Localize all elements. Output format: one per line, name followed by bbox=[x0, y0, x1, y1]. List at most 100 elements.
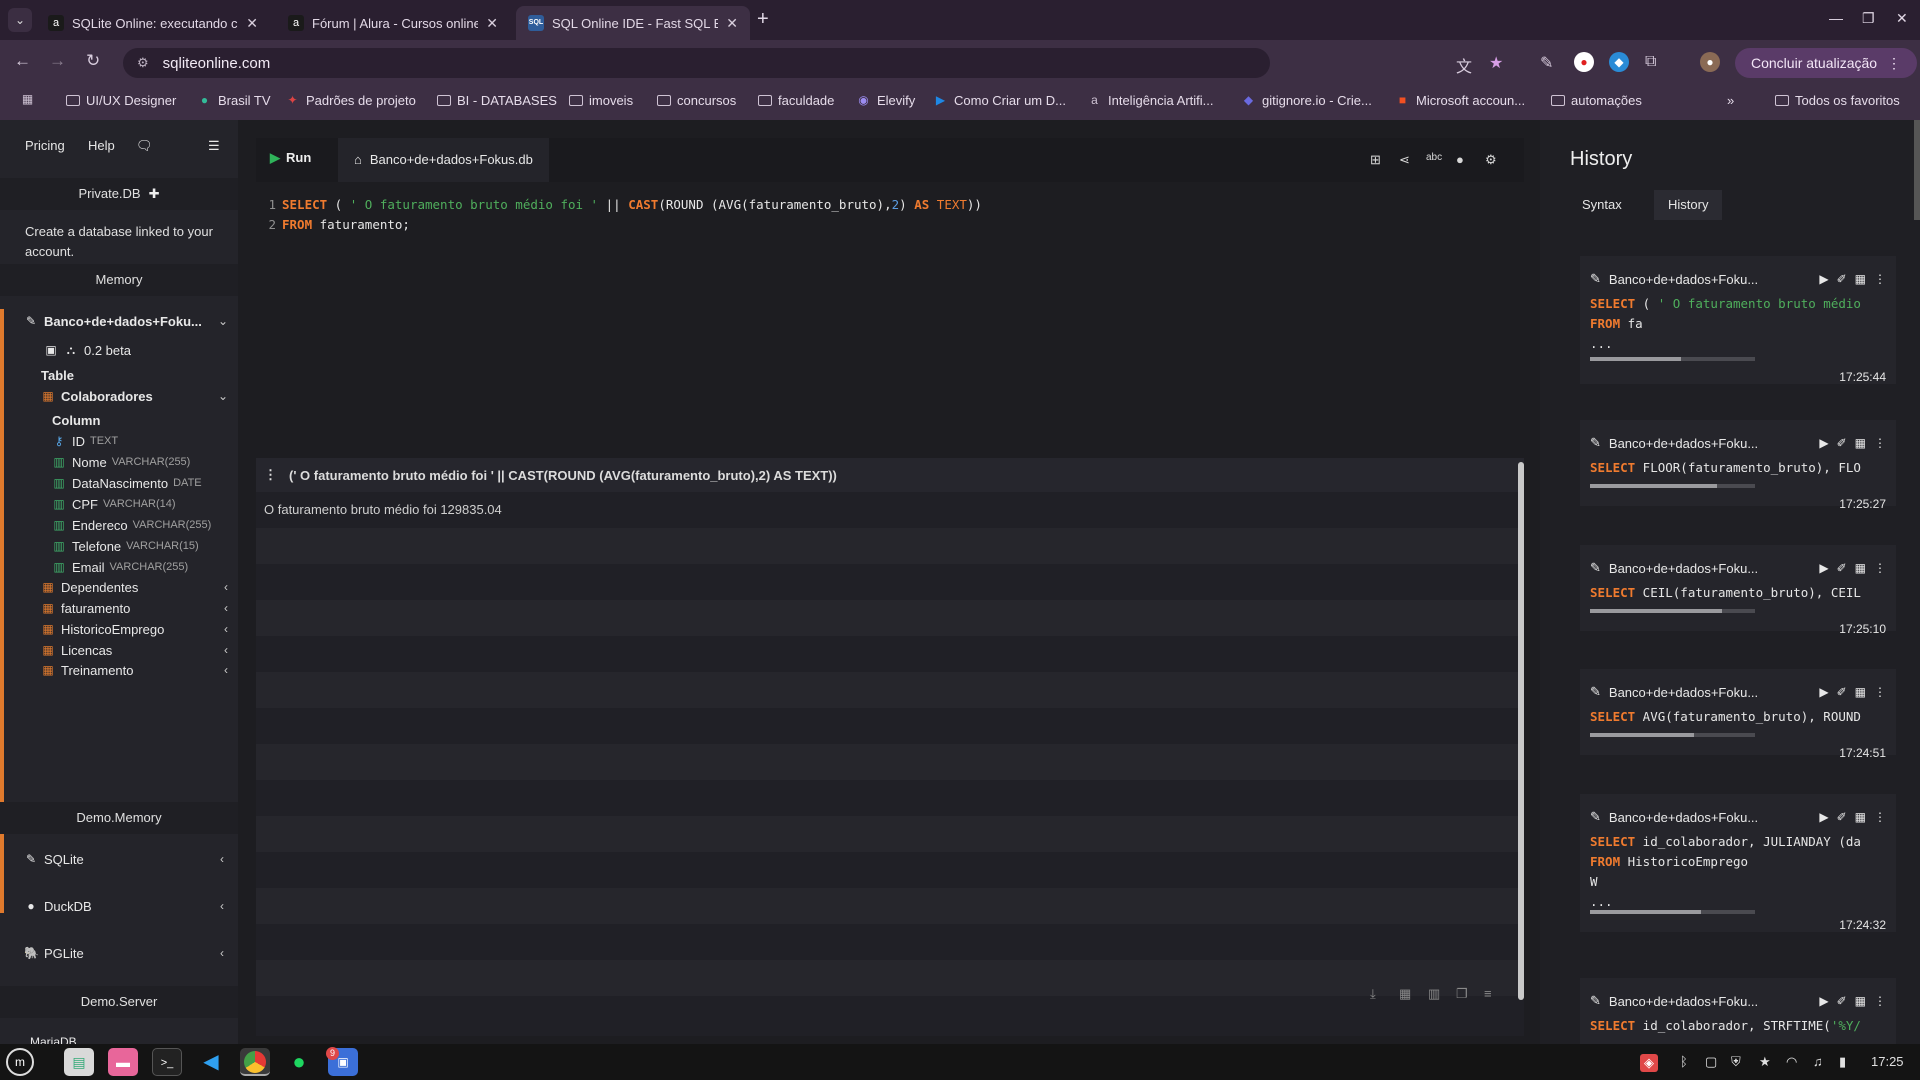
profile-avatar[interactable]: ● bbox=[1700, 52, 1720, 72]
shield-icon[interactable]: ⛨ bbox=[1731, 1054, 1741, 1070]
star-icon[interactable]: ★ bbox=[1489, 53, 1503, 73]
close-window-icon[interactable]: ✕ bbox=[1896, 10, 1908, 27]
extension-icon[interactable]: ◆ bbox=[1609, 52, 1629, 72]
table-item[interactable]: ▦ Treinamento ‹ bbox=[41, 658, 238, 682]
chart-icon[interactable]: ▥ bbox=[1428, 986, 1440, 1002]
record-extension-icon[interactable]: ● bbox=[1574, 52, 1594, 72]
bookmark-ia[interactable]: a Inteligência Artifi... bbox=[1087, 93, 1213, 108]
bookmark-padroes[interactable]: ✦ Padrões de projeto bbox=[285, 93, 415, 108]
chevron-left-icon[interactable]: ‹ bbox=[220, 852, 224, 866]
bookmark-imoveis[interactable]: imoveis bbox=[569, 93, 633, 108]
edit-icon[interactable]: ✐ bbox=[1837, 272, 1847, 286]
bookmark-bi-databases[interactable]: BI - DATABASES bbox=[437, 93, 557, 108]
share-icon[interactable]: ⋖ bbox=[1399, 152, 1410, 168]
more-bookmarks-icon[interactable]: » bbox=[1727, 93, 1734, 108]
bookmark-concursos[interactable]: concursos bbox=[657, 93, 736, 108]
bookmark-faculdade[interactable]: faculdade bbox=[758, 93, 834, 108]
battery-icon[interactable]: ▮ bbox=[1839, 1054, 1846, 1070]
bookmark-microsoft[interactable]: ■ Microsoft accoun... bbox=[1395, 93, 1525, 108]
history-entry[interactable]: ✎ Banco+de+dados+Foku... ▶ ✐ ▦ ⋮ SELECT … bbox=[1580, 978, 1896, 1044]
edit-icon[interactable]: ✐ bbox=[1837, 561, 1847, 575]
play-icon[interactable]: ▶ bbox=[1819, 810, 1828, 824]
more-vertical-icon[interactable]: ⋮ bbox=[1874, 561, 1886, 575]
bookmark-como-criar[interactable]: ▶ Como Criar um D... bbox=[933, 93, 1066, 108]
bookmark-ui-ux[interactable]: UI/UX Designer bbox=[66, 93, 176, 108]
engine-sqlite[interactable]: ✎ SQLite ‹ bbox=[24, 847, 234, 871]
edit-icon[interactable]: ✐ bbox=[1837, 810, 1847, 824]
all-bookmarks[interactable]: Todos os favoritos bbox=[1775, 93, 1900, 108]
clock[interactable]: 17:25 bbox=[1871, 1054, 1904, 1069]
demo-server-header[interactable]: Demo.Server bbox=[0, 986, 238, 1018]
tab-syntax[interactable]: Syntax bbox=[1568, 190, 1636, 220]
reload-icon[interactable]: ↻ bbox=[86, 51, 100, 71]
more-vertical-icon[interactable]: ⋮ bbox=[1874, 810, 1886, 824]
site-info-icon[interactable]: ⚙ bbox=[137, 55, 149, 71]
edit-icon[interactable]: ✐ bbox=[1837, 436, 1847, 450]
engine-mariadb[interactable]: MariaDB bbox=[30, 1030, 230, 1044]
history-scrollbar[interactable] bbox=[1914, 120, 1920, 220]
address-bar[interactable]: ⚙ sqliteonline.com bbox=[123, 48, 1270, 78]
chevron-down-icon[interactable]: ⌄ bbox=[218, 389, 228, 403]
pricing-link[interactable]: Pricing bbox=[25, 138, 65, 153]
more-vertical-icon[interactable]: ⋮ bbox=[1887, 55, 1901, 71]
mint-menu-icon[interactable]: m bbox=[6, 1048, 34, 1076]
settings-gear-icon[interactable]: ⚙ bbox=[1485, 152, 1497, 168]
eyedropper-icon[interactable]: ✎ bbox=[1540, 53, 1553, 73]
close-icon[interactable]: ✕ bbox=[246, 15, 258, 32]
browser-tab-sql-online-ide[interactable]: SQL SQL Online IDE - Fast SQL Ed ✕ bbox=[516, 6, 750, 40]
edit-icon[interactable]: ✐ bbox=[1837, 994, 1847, 1008]
files-folder-icon[interactable]: ▬ bbox=[108, 1048, 138, 1076]
browser-tab-sqlite-online[interactable]: a SQLite Online: executando c ✕ bbox=[36, 6, 270, 40]
spellcheck-icon[interactable]: abc bbox=[1426, 152, 1442, 163]
table-colaboradores[interactable]: ▦ Colaboradores ⌄ bbox=[41, 384, 238, 408]
engine-pglite[interactable]: 🐘 PGLite ‹ bbox=[24, 941, 234, 965]
chevron-left-icon[interactable]: ‹ bbox=[220, 899, 224, 913]
tab-search-chevron-icon[interactable]: ⌄ bbox=[8, 8, 32, 32]
tab-history[interactable]: History bbox=[1654, 190, 1723, 220]
grid-icon[interactable]: ▦ bbox=[1855, 994, 1866, 1008]
engine-duckdb[interactable]: ● DuckDB ‹ bbox=[24, 894, 234, 918]
chevron-left-icon[interactable]: ‹ bbox=[224, 601, 228, 615]
wifi-icon[interactable]: ◠ bbox=[1786, 1054, 1797, 1070]
copy-icon[interactable]: ❐ bbox=[1456, 986, 1468, 1002]
bookmark-brasil-tv[interactable]: ● Brasil TV bbox=[197, 93, 271, 108]
minimize-icon[interactable]: — bbox=[1829, 10, 1843, 26]
history-entry[interactable]: ✎ Banco+de+dados+Foku... ▶ ✐ ▦ ⋮ SELECT … bbox=[1580, 256, 1896, 384]
audio-icon[interactable]: ♫ bbox=[1813, 1054, 1823, 1069]
bookmark-automacoes[interactable]: automações bbox=[1551, 93, 1642, 108]
database-icon[interactable]: ☰ bbox=[208, 138, 220, 154]
play-icon[interactable]: ▶ bbox=[1819, 436, 1828, 450]
play-icon[interactable]: ▶ bbox=[1819, 685, 1828, 699]
add-tab-icon[interactable]: ⊞ bbox=[1370, 152, 1381, 168]
terminal-icon[interactable]: >_ bbox=[152, 1048, 182, 1076]
play-icon[interactable]: ▶ bbox=[1819, 561, 1828, 575]
translate-icon[interactable]: 文 bbox=[1456, 53, 1472, 77]
bluetooth-icon[interactable]: ᛒ bbox=[1680, 1054, 1688, 1069]
update-button[interactable]: Concluir atualização ⋮ bbox=[1735, 48, 1917, 78]
column-menu-icon[interactable]: ⋮ bbox=[264, 467, 277, 483]
software-manager-icon[interactable]: ▤ bbox=[64, 1048, 94, 1076]
bookmark-elevify[interactable]: ◉ Elevify bbox=[856, 93, 915, 108]
demo-memory-header[interactable]: Demo.Memory bbox=[0, 802, 238, 834]
more-vertical-icon[interactable]: ⋮ bbox=[1874, 272, 1886, 286]
chat-icon[interactable]: 🗨 bbox=[136, 138, 153, 154]
grid-icon[interactable]: ▦ bbox=[1855, 561, 1866, 575]
result-column-header[interactable]: (' O faturamento bruto médio foi ' || CA… bbox=[289, 468, 837, 483]
back-arrow-icon[interactable]: ← bbox=[14, 51, 31, 71]
user-icon[interactable]: ● bbox=[1456, 152, 1464, 167]
apps-grid-icon[interactable]: ▦ bbox=[20, 93, 35, 106]
plus-icon[interactable]: ✚ bbox=[149, 186, 160, 201]
more-vertical-icon[interactable]: ⋮ bbox=[1874, 994, 1886, 1008]
play-icon[interactable]: ▶ bbox=[1819, 994, 1828, 1008]
grid-icon[interactable]: ▦ bbox=[1855, 685, 1866, 699]
maximize-icon[interactable]: ❐ bbox=[1862, 10, 1875, 27]
sql-editor[interactable]: 1 SELECT ( ' O faturamento bruto médio fo… bbox=[256, 182, 1524, 458]
history-entry[interactable]: ✎ Banco+de+dados+Foku... ▶ ✐ ▦ ⋮ SELECT … bbox=[1580, 794, 1896, 932]
clipboard-icon[interactable]: ▢ bbox=[1705, 1054, 1717, 1070]
download-icon[interactable]: ⤓ bbox=[1370, 986, 1376, 1002]
vscode-icon[interactable]: ◀ bbox=[196, 1048, 226, 1076]
bookmark-gitignore[interactable]: ◆ gitignore.io - Crie... bbox=[1241, 93, 1372, 108]
table-view-icon[interactable]: ▦ bbox=[1399, 986, 1411, 1002]
play-icon[interactable]: ▶ bbox=[1819, 272, 1828, 286]
browser-tab-forum-alura[interactable]: a Fórum | Alura - Cursos online ✕ bbox=[276, 6, 510, 40]
